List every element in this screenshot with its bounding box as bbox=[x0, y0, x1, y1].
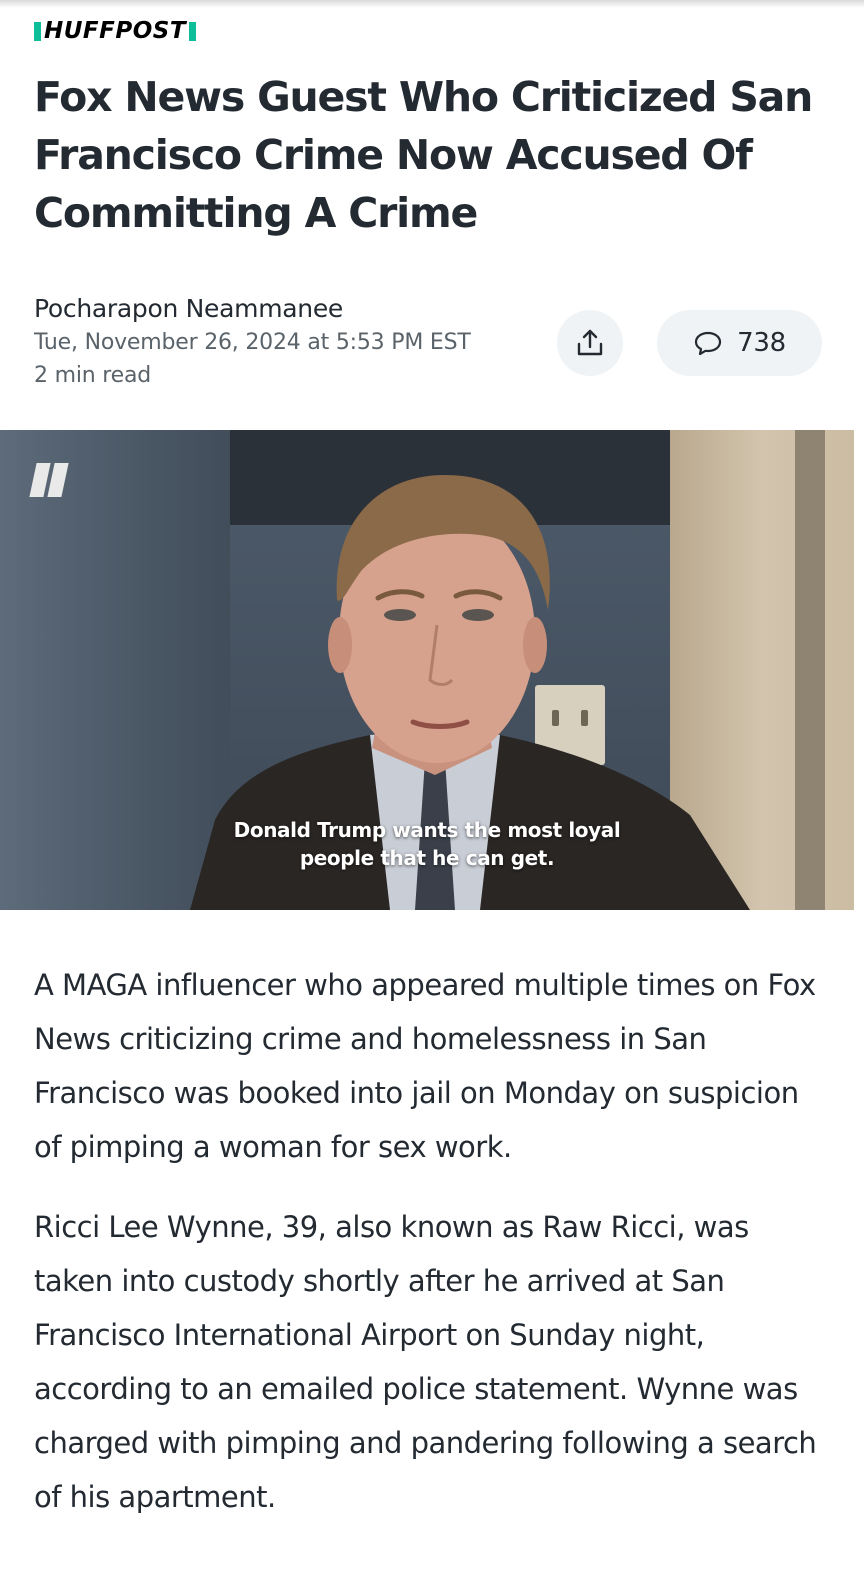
brand-bar-right bbox=[189, 21, 197, 41]
comments-button[interactable]: 738 bbox=[657, 310, 822, 376]
brand-bar-left bbox=[34, 21, 41, 41]
video-caption: Donald Trump wants the most loyal people… bbox=[0, 816, 854, 872]
share-button[interactable] bbox=[557, 310, 623, 376]
article-paragraph: A MAGA influencer who appeared multiple … bbox=[34, 968, 816, 1164]
video-player[interactable]: Donald Trump wants the most loyal people… bbox=[0, 430, 854, 910]
share-icon bbox=[577, 329, 603, 356]
brand-logo[interactable]: HUFFPOST bbox=[34, 18, 197, 44]
huffpost-quote-logo-icon bbox=[29, 463, 69, 497]
brand-name: HUFFPOST bbox=[44, 18, 187, 44]
read-time: 2 min read bbox=[34, 363, 152, 388]
video-caption-line-1: Donald Trump wants the most loyal bbox=[233, 818, 621, 842]
top-bar-shadow bbox=[0, 0, 864, 8]
publish-date: Tue, November 26, 2024 at 5:53 PM EST bbox=[34, 330, 471, 355]
video-caption-line-2: people that he can get. bbox=[299, 846, 555, 870]
author-name[interactable]: Pocharapon Neammanee bbox=[34, 292, 534, 326]
comment-count: 738 bbox=[737, 328, 786, 358]
article-body: A MAGA influencer who appeared multiple … bbox=[34, 958, 834, 1550]
comment-bubble-icon bbox=[695, 331, 722, 356]
article-paragraph: Ricci Lee Wynne, 39, also known as Raw R… bbox=[34, 1210, 817, 1514]
byline: Pocharapon Neammanee Tue, November 26, 2… bbox=[34, 292, 534, 392]
article-headline: Fox News Guest Who Criticized San Franci… bbox=[34, 73, 813, 237]
